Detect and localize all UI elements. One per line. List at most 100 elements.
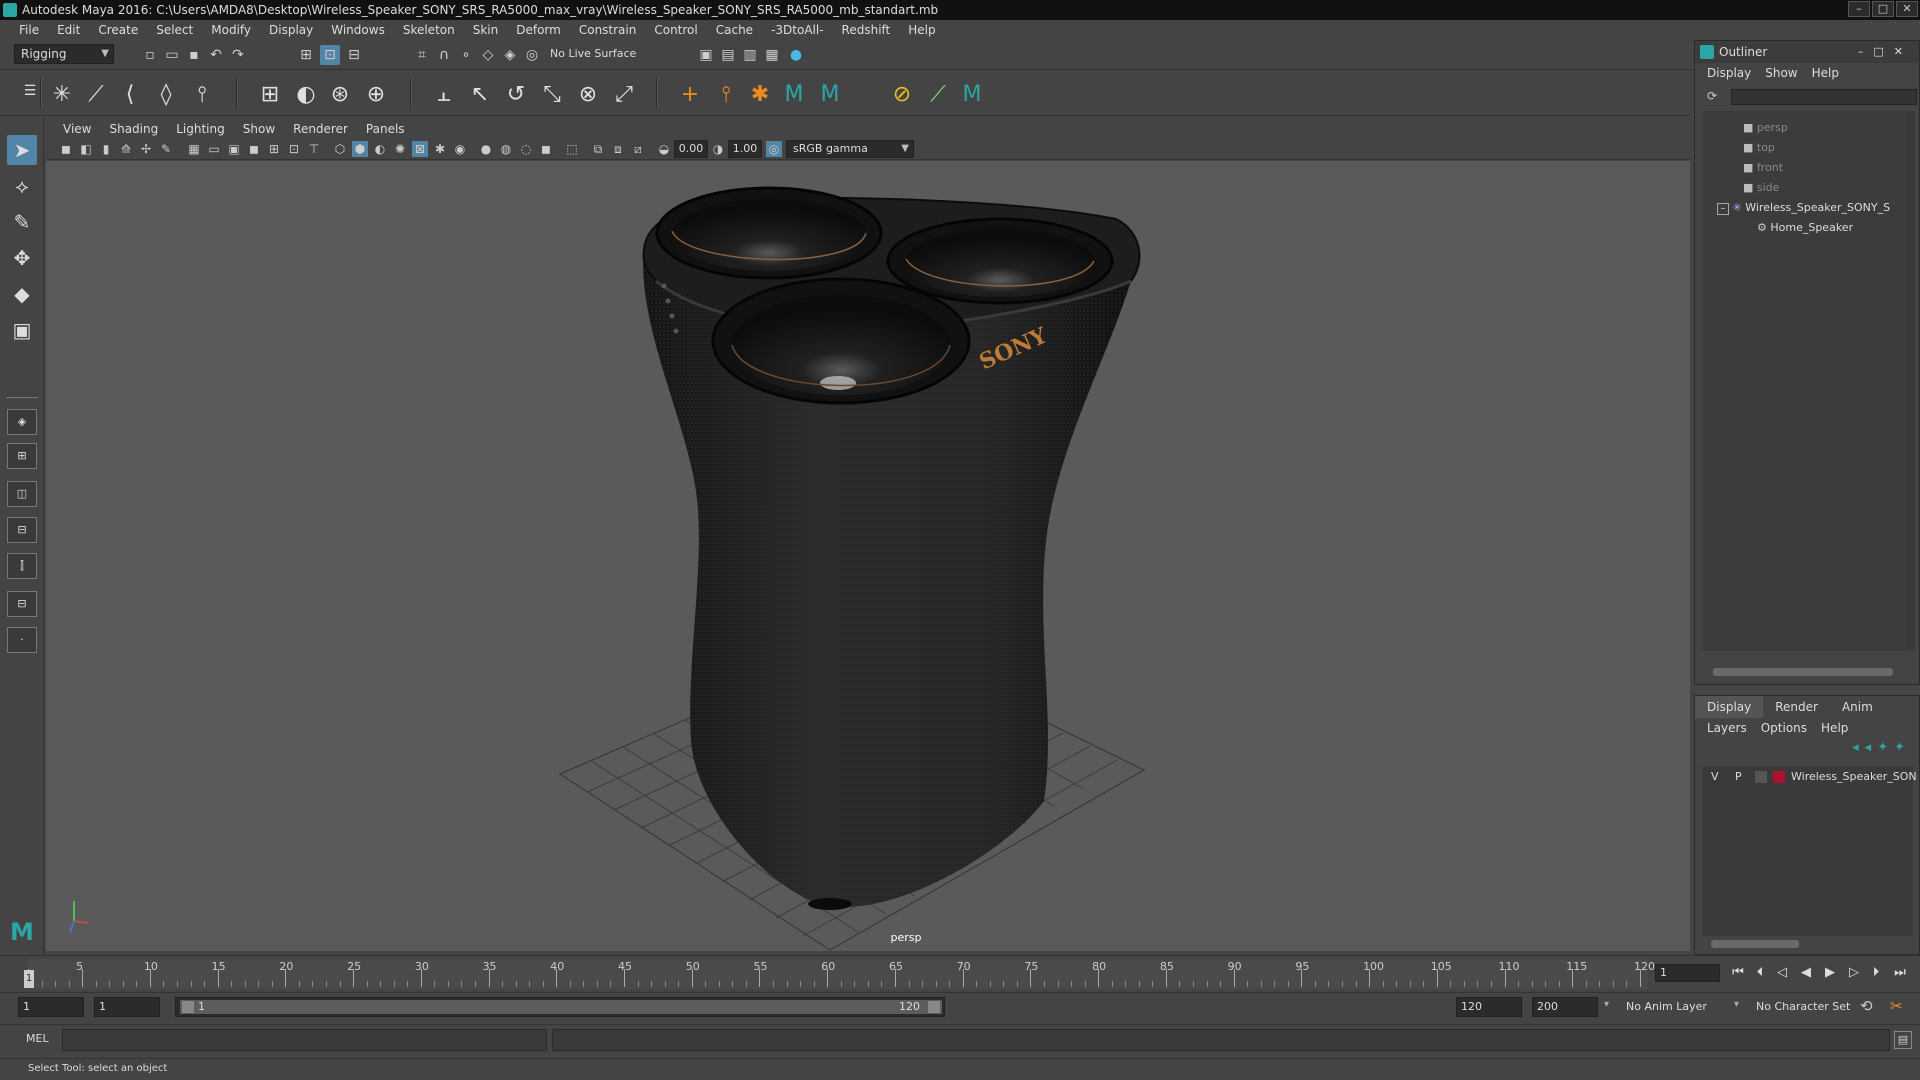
set-driven-key-icon[interactable]: ✱ xyxy=(746,81,774,109)
screen-space-ao-icon[interactable]: ● xyxy=(478,141,494,157)
human-ik-icon[interactable]: ⫯ xyxy=(712,81,740,109)
viewport-menu-panels[interactable]: Panels xyxy=(357,122,414,136)
select-tool-icon[interactable]: ➤ xyxy=(7,135,37,165)
menu-help[interactable]: Help xyxy=(899,20,944,40)
layer-playback-toggle[interactable]: P xyxy=(1735,768,1742,786)
rotate-tool-icon[interactable]: ◆ xyxy=(7,279,37,309)
menu-3dtoall[interactable]: -3DtoAll- xyxy=(762,20,832,40)
playback-start-field[interactable]: 1 xyxy=(94,997,160,1017)
time-slider-track[interactable]: 5 10 15 20 25 30 35 40 45 50 55 60 65 70 75 80 85 90 95 100… xyxy=(28,959,1655,989)
maximize-button[interactable]: □ xyxy=(1872,1,1894,17)
chevron-down-icon[interactable]: ▾ xyxy=(1604,999,1609,1010)
orient-constraint-icon[interactable]: ↺ xyxy=(502,81,530,109)
script-language-toggle[interactable]: MEL xyxy=(26,1032,49,1045)
move-tool-icon[interactable]: ✥ xyxy=(7,243,37,273)
menu-skeleton[interactable]: Skeleton xyxy=(394,20,464,40)
single-pane-layout-icon[interactable]: ◈ xyxy=(7,409,37,435)
viewport-menu-view[interactable]: View xyxy=(54,122,100,136)
layer-visibility-toggle[interactable]: V xyxy=(1711,768,1719,786)
render-settings-icon[interactable]: ▦ xyxy=(762,45,782,65)
layer-menu-layers[interactable]: Layers xyxy=(1703,718,1757,738)
bind-skin-icon[interactable]: ⊞ xyxy=(256,81,284,109)
play-forwards-icon[interactable]: ▶ xyxy=(1820,963,1840,983)
use-all-lights-icon[interactable]: ⊠ xyxy=(412,141,428,157)
select-by-hierarchy-icon[interactable]: ⊞ xyxy=(296,45,316,65)
menu-file[interactable]: File xyxy=(10,20,48,40)
menu-cache[interactable]: Cache xyxy=(707,20,762,40)
maya-logo-icon[interactable]: M xyxy=(958,81,986,109)
redo-icon[interactable]: ↷ xyxy=(228,45,248,65)
paint-weights-icon[interactable]: ◐ xyxy=(292,81,320,109)
viewport-menu-show[interactable]: Show xyxy=(234,122,284,136)
aim-constraint-icon[interactable]: ↖ xyxy=(466,81,494,109)
paint-tool-icon[interactable]: ⟋ xyxy=(924,81,952,109)
resolution-gate-icon[interactable]: ▣ xyxy=(226,141,242,157)
paint-select-icon[interactable]: ✎ xyxy=(7,207,37,237)
range-handle[interactable]: 1 120 xyxy=(180,1000,942,1014)
menu-windows[interactable]: Windows xyxy=(322,20,394,40)
menu-redshift[interactable]: Redshift xyxy=(833,20,900,40)
menu-set-dropdown[interactable]: Rigging ▼ xyxy=(14,44,114,64)
four-pane-layout-icon[interactable]: ⊞ xyxy=(7,443,37,469)
shadows-icon[interactable]: ✱ xyxy=(432,141,448,157)
gamma-icon[interactable]: ◑ xyxy=(710,141,726,157)
outliner-item-persp[interactable]: ■ persp xyxy=(1743,119,1788,137)
animation-preferences-icon[interactable]: ✂ xyxy=(1890,997,1903,1015)
snap-view-plane-icon[interactable]: ◇ xyxy=(478,45,498,65)
menu-constrain[interactable]: Constrain xyxy=(570,20,646,40)
pole-vector-icon[interactable]: ⤢ xyxy=(610,81,638,109)
layer-horizontal-scrollbar[interactable] xyxy=(1711,940,1799,948)
menu-select[interactable]: Select xyxy=(147,20,202,40)
outliner-vertical-scrollbar[interactable] xyxy=(1907,111,1915,651)
depth-of-field-icon[interactable]: ◼ xyxy=(538,141,554,157)
anim-layer-dropdown[interactable]: No Anim Layer xyxy=(1626,1000,1707,1013)
go-to-start-icon[interactable]: ⏮ xyxy=(1728,963,1748,983)
grid-toggle-icon[interactable]: ▦ xyxy=(186,141,202,157)
motion-blur-icon[interactable]: ◍ xyxy=(498,141,514,157)
color-space-dropdown[interactable]: sRGB gamma ▼ xyxy=(786,140,914,158)
cluster-icon[interactable]: ⊕ xyxy=(362,81,390,109)
current-time-marker[interactable]: 1 xyxy=(24,970,34,988)
lattice-icon[interactable]: ⊛ xyxy=(326,81,354,109)
outliner-menu-show[interactable]: Show xyxy=(1761,63,1807,83)
snap-surface-icon[interactable]: ◈ xyxy=(500,45,520,65)
outliner-item-home-speaker[interactable]: ⚙ Home_Speaker xyxy=(1757,219,1853,237)
chevron-down-icon[interactable]: ▾ xyxy=(1734,999,1739,1010)
layer-menu-help[interactable]: Help xyxy=(1817,718,1858,738)
outliner-search-input[interactable] xyxy=(1731,89,1917,105)
layer-row[interactable]: V P Wireless_Speaker_SON xyxy=(1705,768,1917,786)
playback-end-field[interactable]: 120 xyxy=(1456,997,1522,1017)
step-forward-key-icon[interactable]: ⏵ xyxy=(1866,963,1886,983)
camera-attributes-icon[interactable]: ◧ xyxy=(78,141,94,157)
xray-joints-icon[interactable]: ⧉ xyxy=(590,141,606,157)
film-gate-icon[interactable]: ▭ xyxy=(206,141,222,157)
range-bar[interactable]: 1 120 xyxy=(175,997,945,1017)
outliner-window-controls[interactable]: –□✕ xyxy=(1858,41,1913,63)
backface-icon[interactable]: ⧄ xyxy=(630,141,646,157)
menu-create[interactable]: Create xyxy=(89,20,147,40)
graph-persp-layout-icon[interactable]: ⊟ xyxy=(7,591,37,617)
character-set-dropdown[interactable]: No Character Set xyxy=(1756,1000,1850,1013)
exposure-icon[interactable]: ◒ xyxy=(656,141,672,157)
parent-constraint-icon[interactable]: ⊗ xyxy=(574,81,602,109)
snap-curve-icon[interactable]: ∩ xyxy=(434,45,454,65)
smooth-shade-icon[interactable]: ⬢ xyxy=(352,141,368,157)
outliner-persp-layout-icon[interactable]: ⫿ xyxy=(7,553,37,579)
menu-skin[interactable]: Skin xyxy=(464,20,508,40)
snap-live-icon[interactable]: ◎ xyxy=(522,45,542,65)
mirror-joint-icon[interactable]: ◊ xyxy=(152,81,180,109)
perspective-viewport[interactable]: SONY persp xyxy=(46,161,1690,951)
live-surface-label[interactable]: No Live Surface xyxy=(550,47,636,60)
layer-color-swatch[interactable] xyxy=(1773,771,1785,783)
ipr-render-icon[interactable]: ▥ xyxy=(740,45,760,65)
point-constraint-icon[interactable]: ⫠ xyxy=(430,81,458,109)
snap-grid-icon[interactable]: ⌗ xyxy=(412,45,432,65)
two-pane-side-layout-icon[interactable]: ◫ xyxy=(7,481,37,507)
gamma-field[interactable]: 1.00 xyxy=(728,140,762,158)
safe-title-icon[interactable]: ⊤ xyxy=(306,141,322,157)
menu-control[interactable]: Control xyxy=(645,20,706,40)
field-chart-icon[interactable]: ⊞ xyxy=(266,141,282,157)
scene-start-field[interactable]: 1 xyxy=(18,997,84,1017)
open-scene-icon[interactable]: ▭ xyxy=(162,45,182,65)
joint-tool-icon[interactable]: ✳ xyxy=(48,81,76,109)
